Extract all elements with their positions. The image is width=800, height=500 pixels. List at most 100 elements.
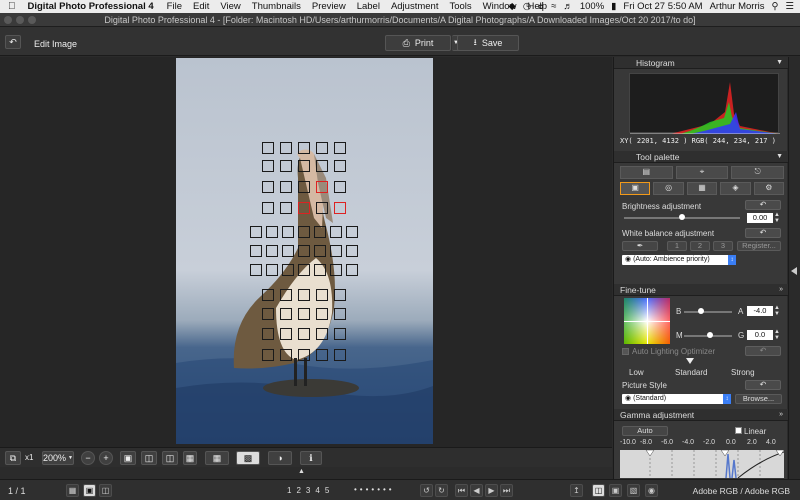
tab-stamp[interactable]: ⎋ bbox=[731, 166, 785, 179]
gamma-header[interactable]: Gamma adjustment » bbox=[614, 409, 788, 421]
gamma-auto-button[interactable]: Auto bbox=[622, 426, 668, 436]
panel-layout-2-button[interactable]: ▣ bbox=[609, 484, 622, 497]
first-image-button[interactable]: ⏮ bbox=[455, 484, 468, 497]
rating-5[interactable]: 5 bbox=[325, 486, 329, 495]
print-button[interactable]: ⎙ Print bbox=[385, 35, 451, 51]
menu-thumbnails[interactable]: Thumbnails bbox=[252, 1, 301, 12]
export-button[interactable]: ↥ bbox=[570, 484, 583, 497]
next-image-button[interactable]: ▶ bbox=[485, 484, 498, 497]
zoom-level-select[interactable]: 200% ▼ bbox=[42, 451, 74, 465]
bluetooth-icon[interactable]: ᑯ bbox=[538, 1, 544, 12]
brightness-value[interactable]: 0.00 bbox=[747, 213, 773, 223]
star-rating-dots[interactable]: ••••••• bbox=[354, 485, 395, 494]
photo-preview[interactable] bbox=[176, 58, 433, 444]
menu-adjustment[interactable]: Adjustment bbox=[391, 1, 439, 12]
split-view-button[interactable]: ◫ bbox=[141, 451, 157, 465]
last-image-button[interactable]: ⏭ bbox=[500, 484, 513, 497]
brightness-reset-button[interactable]: ↶ bbox=[745, 200, 781, 210]
clock[interactable]: Fri Oct 27 5:50 AM bbox=[623, 1, 702, 12]
close-window-button[interactable] bbox=[4, 16, 12, 24]
rotate-left-button[interactable]: ↺ bbox=[420, 484, 433, 497]
battery-icon[interactable]: ▮ bbox=[611, 1, 616, 12]
previous-image-button[interactable]: ◀ bbox=[470, 484, 483, 497]
green-value[interactable]: 0.0 bbox=[747, 330, 773, 340]
highlight-warning-button[interactable]: ◑ bbox=[268, 451, 292, 465]
gamma-curve-graph[interactable] bbox=[620, 449, 785, 479]
af-point-display-button[interactable]: ▩ bbox=[236, 451, 260, 465]
alo-reset-button[interactable]: ↶ bbox=[745, 346, 781, 356]
tab-brightness[interactable]: ▣ bbox=[620, 182, 651, 195]
zoom-in-button[interactable]: + bbox=[99, 451, 113, 465]
tool-palette-header[interactable]: Tool palette ▼ bbox=[614, 151, 788, 163]
tab-tone-curve[interactable]: ◎ bbox=[653, 182, 684, 195]
time-machine-icon[interactable]: ◷ bbox=[523, 1, 531, 12]
camera-button[interactable]: ◉ bbox=[645, 484, 658, 497]
grid-overlay-button[interactable]: ▦ bbox=[205, 451, 229, 465]
zoom-x1-label[interactable]: x1 bbox=[25, 453, 33, 462]
tab-curve[interactable]: ▦ bbox=[686, 182, 718, 195]
info-button[interactable]: ℹ bbox=[300, 451, 322, 465]
apple-menu-icon[interactable]:  bbox=[8, 1, 16, 12]
panel-layout-3-button[interactable]: ▧ bbox=[627, 484, 640, 497]
thumbnail-view-button[interactable]: ▦ bbox=[66, 484, 79, 497]
amber-stepper[interactable]: ▲ ▼ bbox=[774, 305, 780, 317]
back-button[interactable]: ↶ bbox=[5, 35, 21, 49]
alo-level-marker[interactable] bbox=[686, 358, 694, 364]
rating-2[interactable]: 2 bbox=[296, 486, 300, 495]
af-grid-button[interactable]: ▦ bbox=[183, 451, 197, 465]
volume-icon[interactable]: ♬ bbox=[563, 1, 573, 12]
user-name[interactable]: Arthur Morris bbox=[710, 1, 765, 12]
battery-percent[interactable]: 100% bbox=[580, 1, 604, 12]
tab-basic-adjust[interactable]: ▤ bbox=[620, 166, 673, 179]
minimize-window-button[interactable] bbox=[16, 16, 24, 24]
wb-preset-3[interactable]: 3 bbox=[713, 241, 733, 251]
crop-view-button[interactable]: ▣ bbox=[120, 451, 136, 465]
save-button[interactable]: ⭳ Save bbox=[457, 35, 519, 51]
magenta-green-slider-handle[interactable] bbox=[707, 332, 713, 338]
menu-edit[interactable]: Edit bbox=[193, 1, 209, 12]
blue-amber-slider[interactable] bbox=[684, 311, 732, 313]
collapse-filmstrip-icon[interactable]: ▲ bbox=[298, 468, 305, 475]
picture-style-select[interactable]: ◉ (Standard) ↕ bbox=[622, 394, 731, 404]
rating-3[interactable]: 3 bbox=[306, 486, 310, 495]
picture-style-reset-button[interactable]: ↶ bbox=[745, 380, 781, 390]
brightness-slider-handle[interactable] bbox=[679, 214, 685, 220]
panel-scrollbar[interactable] bbox=[788, 57, 800, 479]
image-canvas[interactable] bbox=[0, 57, 612, 467]
fit-to-window-button[interactable]: ⧉ bbox=[5, 451, 21, 465]
panel-collapse-arrow-icon[interactable] bbox=[791, 267, 797, 275]
filmstrip-view-button[interactable]: ◫ bbox=[99, 484, 112, 497]
white-balance-eyedropper-button[interactable]: ✒ bbox=[622, 241, 658, 251]
notification-center-icon[interactable]: ☰ bbox=[785, 1, 794, 12]
wb-preset-2[interactable]: 2 bbox=[690, 241, 710, 251]
menu-preview[interactable]: Preview bbox=[312, 1, 346, 12]
menu-label[interactable]: Label bbox=[357, 1, 380, 12]
wifi-icon[interactable]: ≈ bbox=[551, 1, 556, 12]
amber-value[interactable]: -4.0 bbox=[747, 306, 773, 316]
color-grid-picker[interactable] bbox=[624, 298, 670, 344]
app-menu[interactable]: Digital Photo Professional 4 bbox=[28, 1, 154, 12]
rating-1[interactable]: 1 bbox=[287, 486, 291, 495]
menu-tools[interactable]: Tools bbox=[449, 1, 471, 12]
wb-register-button[interactable]: Register... bbox=[737, 241, 781, 251]
picture-style-browse-button[interactable]: Browse... bbox=[735, 394, 782, 404]
auto-lighting-optimizer-checkbox[interactable] bbox=[622, 348, 629, 355]
menu-file[interactable]: File bbox=[167, 1, 182, 12]
panel-layout-1-button[interactable]: ◫ bbox=[592, 484, 605, 497]
rating-4[interactable]: 4 bbox=[315, 486, 319, 495]
histogram-header[interactable]: Histogram ▼ bbox=[614, 57, 788, 69]
rotate-right-button[interactable]: ↻ bbox=[435, 484, 448, 497]
brightness-stepper[interactable]: ▲ ▼ bbox=[774, 212, 780, 224]
blue-amber-slider-handle[interactable] bbox=[698, 308, 704, 314]
wb-preset-1[interactable]: 1 bbox=[667, 241, 687, 251]
menu-view[interactable]: View bbox=[220, 1, 240, 12]
search-icon[interactable]: ⚲ bbox=[772, 1, 779, 12]
edit-view-button[interactable]: ▣ bbox=[83, 484, 96, 497]
tab-color[interactable]: ◈ bbox=[720, 182, 751, 195]
fine-tune-header[interactable]: Fine-tune » bbox=[614, 284, 788, 296]
dropbox-icon[interactable]: ◆ bbox=[509, 1, 516, 12]
white-balance-reset-button[interactable]: ↶ bbox=[745, 228, 781, 238]
gamma-linear-checkbox[interactable] bbox=[735, 427, 742, 434]
green-stepper[interactable]: ▲ ▼ bbox=[774, 329, 780, 341]
white-balance-select[interactable]: ◉ (Auto: Ambience priority) ↕ bbox=[622, 255, 736, 265]
